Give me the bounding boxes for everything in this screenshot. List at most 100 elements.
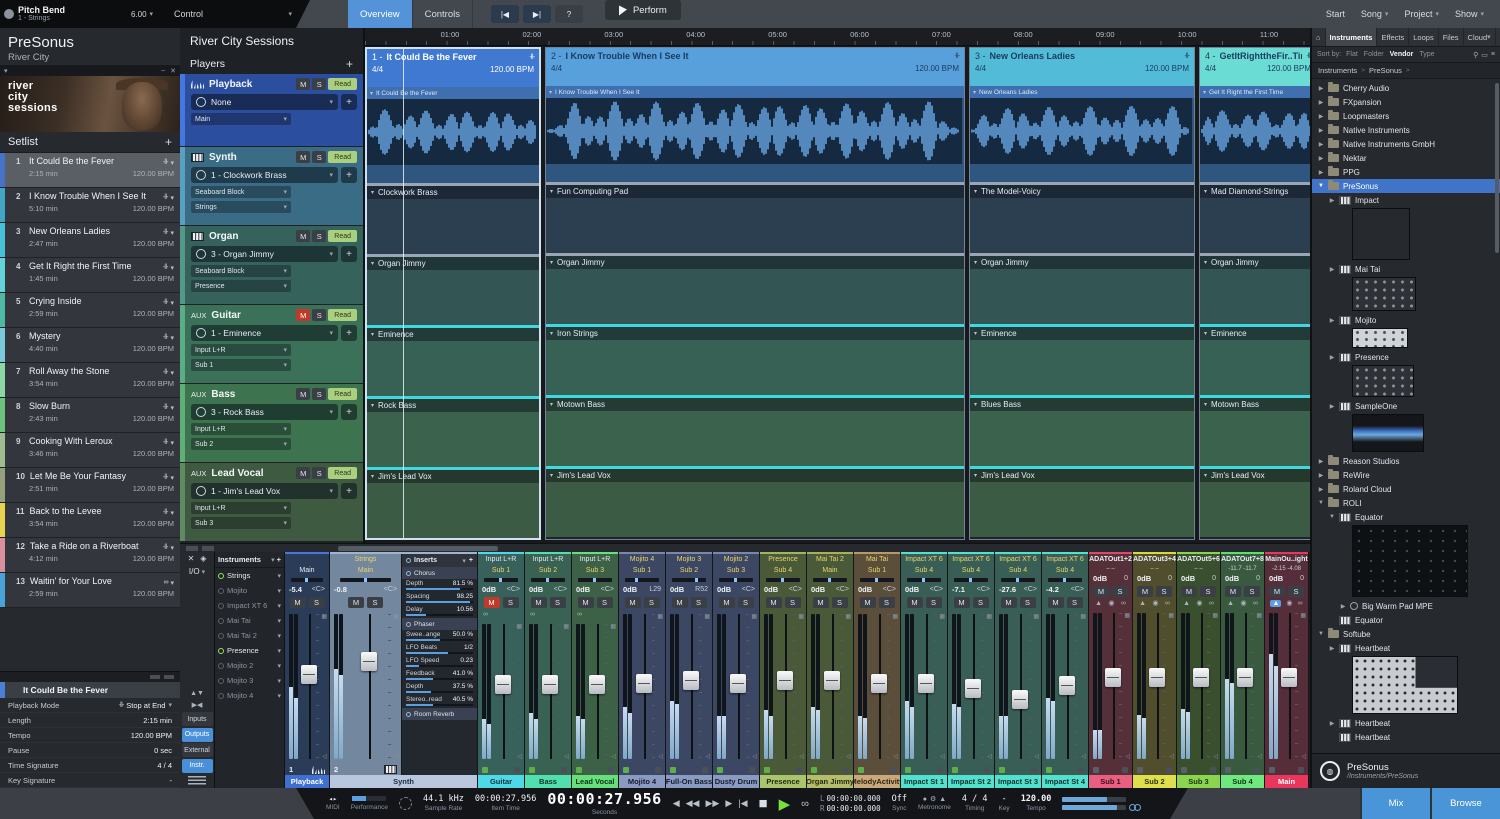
browser-tab-cloud[interactable]: Cloud ▾ (1464, 28, 1496, 46)
instrument-clip-lane[interactable]: ▾ Jim's Lead Vox (970, 469, 1194, 537)
add-patch-button[interactable]: + (341, 404, 357, 420)
fader-handle[interactable] (918, 674, 935, 694)
channel-name-tag[interactable]: Guitar (478, 775, 524, 788)
output-chip[interactable]: Sub 2 ▾ (191, 438, 291, 450)
fader-handle[interactable] (1148, 667, 1165, 687)
rack-instrument[interactable]: Mai Tai 2 ▾ (215, 628, 284, 643)
pan-control[interactable] (901, 576, 947, 584)
clip-header[interactable]: ▾ Blues Bass (970, 398, 1194, 411)
pan-value[interactable]: 0 (1212, 575, 1216, 582)
strip-output-label[interactable]: Sub 2 (666, 565, 712, 576)
chevron-down-icon[interactable]: ▾ (170, 369, 174, 377)
tempo-display[interactable]: 120.00 Tempo (1021, 795, 1052, 812)
fader-zone[interactable]: ▦ ◁ (525, 621, 571, 762)
narrow-strips-icon[interactable]: ▶◀ (192, 701, 203, 709)
solo-button[interactable]: S (1019, 596, 1036, 608)
sort-option-vendor[interactable]: Vendor (1390, 51, 1414, 58)
speaker-icon[interactable]: ◁ (705, 753, 710, 760)
fader-handle[interactable] (1104, 667, 1121, 687)
clip-header[interactable]: ▾ Eminence (367, 328, 539, 341)
channel-name-tag[interactable]: Sub 2 (1133, 775, 1176, 788)
solo-button[interactable]: S (312, 151, 327, 163)
fader-handle[interactable] (1280, 667, 1297, 687)
grid-icon[interactable]: ▦ (798, 613, 804, 620)
fader-handle[interactable] (301, 665, 318, 685)
chevron-down-icon[interactable]: ▾ (277, 647, 281, 655)
grid-icon[interactable]: ▦ (516, 623, 522, 630)
mute-button[interactable]: M (530, 596, 547, 608)
instrument-clip-lane[interactable]: ▾ Organ Jimmy (1200, 256, 1310, 324)
output-chip[interactable]: Input L+R ▾ (191, 344, 291, 356)
pan-thumb[interactable] (694, 578, 698, 582)
power-icon[interactable] (218, 677, 224, 684)
fold-arrow-icon[interactable]: ▾ (370, 90, 373, 97)
mute-button[interactable]: M (953, 596, 970, 608)
setlist-item[interactable]: 9 Cooking With Leroux -‖- ▾ 3:46 min 120.00 B… (0, 433, 180, 468)
caret-collapsed-icon[interactable]: ▶ (1340, 603, 1346, 610)
grid-icon[interactable]: ▦ (986, 613, 992, 620)
strip-output-label[interactable]: Sub 1 (619, 565, 665, 576)
instrument-clip-lane[interactable]: ▾ Jim's Lead Vox (1200, 469, 1310, 537)
output-chip[interactable]: Presence ▾ (191, 280, 291, 292)
link-icon[interactable]: ∞ (1165, 600, 1170, 607)
rack-instrument[interactable]: Mojito 4 ▾ (215, 688, 284, 703)
channel-name-tag[interactable]: Organ Jimmy (807, 775, 853, 788)
speaker-icon[interactable]: ◁ (940, 753, 945, 760)
strip-output-label[interactable]: Sub 4 (901, 565, 947, 576)
gain-value[interactable]: 0dB (623, 585, 637, 594)
speaker-icon[interactable]: ◁ (846, 753, 851, 760)
link-icon[interactable]: ∞ (1121, 600, 1126, 607)
fold-arrow-icon[interactable]: ▾ (371, 189, 374, 196)
channel-strip-organ-jimmy[interactable]: Mai Tai 2 Main 0dB <C> M S ▦ ◁ Organ Jimmy (807, 552, 854, 788)
gain-value[interactable]: 0dB (670, 585, 684, 594)
instrument-clip-lane[interactable]: ▾ Iron Strings (546, 327, 964, 395)
return-to-start-button[interactable]: |◀ (738, 798, 747, 809)
strip-output-label[interactable]: Sub 4 (1042, 565, 1088, 576)
close-icon[interactable]: ✕ (170, 67, 176, 75)
solo-button[interactable]: S (925, 596, 942, 608)
scrollbar-thumb[interactable] (338, 545, 498, 551)
timeline-ruler[interactable]: 01:00 02:00 03:00 04:00 05:00 06:00 07:00 08:00… (365, 28, 1310, 46)
setlist-item[interactable]: 12 Take a Ride on a Riverboat -‖- ▾ 4:12 min… (0, 538, 180, 573)
mute-button[interactable]: M (671, 596, 688, 608)
read-automation-button[interactable]: Read (328, 388, 357, 400)
mono-icon[interactable]: ◉ (1240, 599, 1246, 607)
caret-collapsed-icon[interactable]: ▶ (1329, 197, 1335, 204)
trim-icon[interactable]: -‖- (163, 439, 168, 447)
clip-header[interactable]: ▾ Eminence (1200, 327, 1310, 340)
instrument-clip-lane[interactable]: ▾ Jim's Lead Vox (546, 469, 964, 537)
breadcrumb-item[interactable]: Instruments (1318, 66, 1357, 75)
instrument-clip-lane[interactable]: ▾ Mad Diamond-Strings (1200, 185, 1310, 253)
trim-icon[interactable]: -‖- (1184, 53, 1189, 60)
plugin-thumbnail[interactable] (1352, 525, 1468, 597)
caret-collapsed-icon[interactable]: ▶ (1329, 720, 1335, 727)
output-chip[interactable]: Sub 1 ▾ (191, 359, 291, 371)
mix-page-button[interactable]: Mix (1360, 788, 1430, 819)
mute-button[interactable]: M (296, 151, 311, 163)
io-dropdown[interactable]: I/O ▾ (189, 567, 205, 576)
solo-button[interactable]: S (1066, 596, 1083, 608)
mono-icon[interactable]: ◉ (1108, 599, 1114, 607)
setlist-item[interactable]: 13 Waitin' for Your Love ∞ ▾ 2:59 min 120.00 … (0, 573, 180, 608)
pan-thumb[interactable] (593, 578, 597, 582)
mute-button[interactable]: M (296, 78, 311, 90)
mute-button[interactable]: M (906, 596, 923, 608)
trim-icon[interactable]: -‖- (163, 159, 168, 167)
mono-icon[interactable]: ◉ (1196, 599, 1202, 607)
console-inputs-button[interactable]: Inputs (181, 712, 213, 726)
fold-arrow-icon[interactable]: ▾ (974, 330, 977, 337)
setlist-item[interactable]: 5 Crying Inside -‖- ▾ 2:59 min 120.00 BPM (0, 293, 180, 328)
power-icon[interactable] (406, 621, 412, 627)
record-arm-icon[interactable] (482, 766, 488, 773)
mute-button[interactable]: M (624, 596, 641, 608)
add-instrument-button[interactable]: + (277, 555, 281, 564)
channel-strip-impact-st-3[interactable]: Impact XT 6 Sub 4 -27.6 <C> M S ▦ ◁ Impact St 3 (995, 552, 1042, 788)
strip-output-label[interactable]: Sub 4 (948, 565, 994, 576)
fader-zone[interactable]: ▦ ◁ (1221, 610, 1264, 762)
channel-strip-bass[interactable]: Input L+R Sub 2 0dB <C> M S ∞ ▦ ◁ Bass (525, 552, 572, 788)
rack-instrument[interactable]: Presence ▾ (215, 643, 284, 658)
trim-icon[interactable]: -‖- (163, 264, 168, 272)
monitor-icon[interactable] (890, 766, 896, 773)
goto-start-marker-button[interactable]: |◀ (490, 5, 519, 23)
sort-option-flat[interactable]: Flat (1346, 51, 1358, 58)
